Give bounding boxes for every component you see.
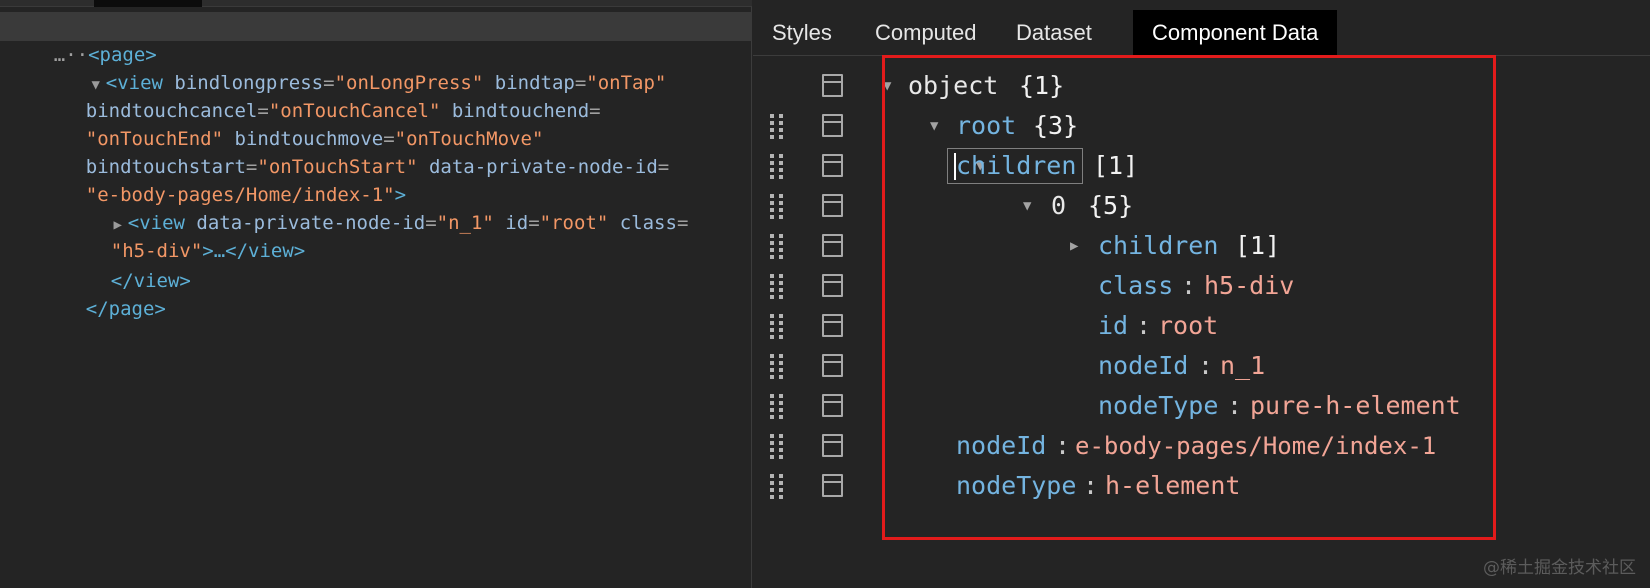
- tab-styles[interactable]: Styles: [753, 10, 851, 56]
- copy-icon[interactable]: [822, 74, 843, 97]
- dom-node-page[interactable]: …··<page>: [0, 12, 752, 66]
- dom-line-continued: "onTouchEnd" bindtouchmove="onTouchMove": [85, 128, 544, 150]
- dom-line-continued: bindtouchcancel="onTouchCancel" bindtouc…: [85, 100, 601, 122]
- copy-icon[interactable]: [822, 194, 843, 217]
- drag-handle-icon[interactable]: [770, 314, 786, 339]
- tab-dataset[interactable]: Dataset: [997, 10, 1111, 56]
- drag-handle-icon[interactable]: [770, 434, 786, 459]
- drag-handle-icon[interactable]: [770, 354, 786, 379]
- attr-value: "n_1": [436, 212, 494, 234]
- dom-tag: </page>: [85, 298, 166, 320]
- tab-component-data[interactable]: Component Data: [1133, 10, 1338, 56]
- attr-value: "root": [539, 212, 609, 234]
- copy-icon[interactable]: [822, 354, 843, 377]
- drag-handle-icon[interactable]: [770, 194, 786, 219]
- drag-handle-icon[interactable]: [770, 394, 786, 419]
- drag-handle-icon[interactable]: [770, 274, 786, 299]
- dom-tag: >…</view>: [202, 240, 306, 262]
- attr-name: id: [505, 212, 529, 234]
- dom-line-continued: "h5-div">…</view>: [65, 208, 305, 262]
- copy-icon[interactable]: [822, 154, 843, 177]
- attr-name: data-private-node-id: [428, 156, 658, 178]
- tab-computed[interactable]: Computed: [856, 10, 996, 56]
- copy-icon[interactable]: [822, 314, 843, 337]
- dom-close-view[interactable]: </view>: [65, 238, 191, 292]
- elements-panel: …··<page> ▼ <view bindlongpress="onLongPr…: [0, 0, 752, 588]
- watermark: @稀土掘金技术社区: [1483, 558, 1636, 578]
- highlight-annotation-box: [882, 55, 1496, 540]
- copy-icon[interactable]: [822, 234, 843, 257]
- sidebar-tabs: Styles Computed Dataset Component Data: [753, 10, 1650, 56]
- dom-node-view[interactable]: ▼ <view bindlongpress="onLongPress" bindt…: [40, 40, 667, 94]
- drag-handle-icon[interactable]: [770, 474, 786, 499]
- active-tab-marker: [94, 0, 202, 7]
- dom-line-continued: "e-body-pages/Home/index-1">: [40, 152, 406, 206]
- drag-handle-icon[interactable]: [770, 154, 786, 179]
- dom-node-view-root[interactable]: ▶ <view data-private-node-id="n_1" id="ro…: [62, 180, 689, 234]
- copy-icon[interactable]: [822, 394, 843, 417]
- attr-name: class: [619, 212, 677, 234]
- drag-handle-icon[interactable]: [770, 114, 786, 139]
- drag-handle-icon[interactable]: [770, 234, 786, 259]
- dom-line-continued: bindtouchstart="onTouchStart" data-priva…: [85, 156, 670, 178]
- copy-icon[interactable]: [822, 434, 843, 457]
- copy-icon[interactable]: [822, 114, 843, 137]
- dom-close-page[interactable]: </page>: [40, 266, 166, 320]
- panel-top-bar: [0, 0, 752, 7]
- copy-icon[interactable]: [822, 474, 843, 497]
- copy-icon[interactable]: [822, 274, 843, 297]
